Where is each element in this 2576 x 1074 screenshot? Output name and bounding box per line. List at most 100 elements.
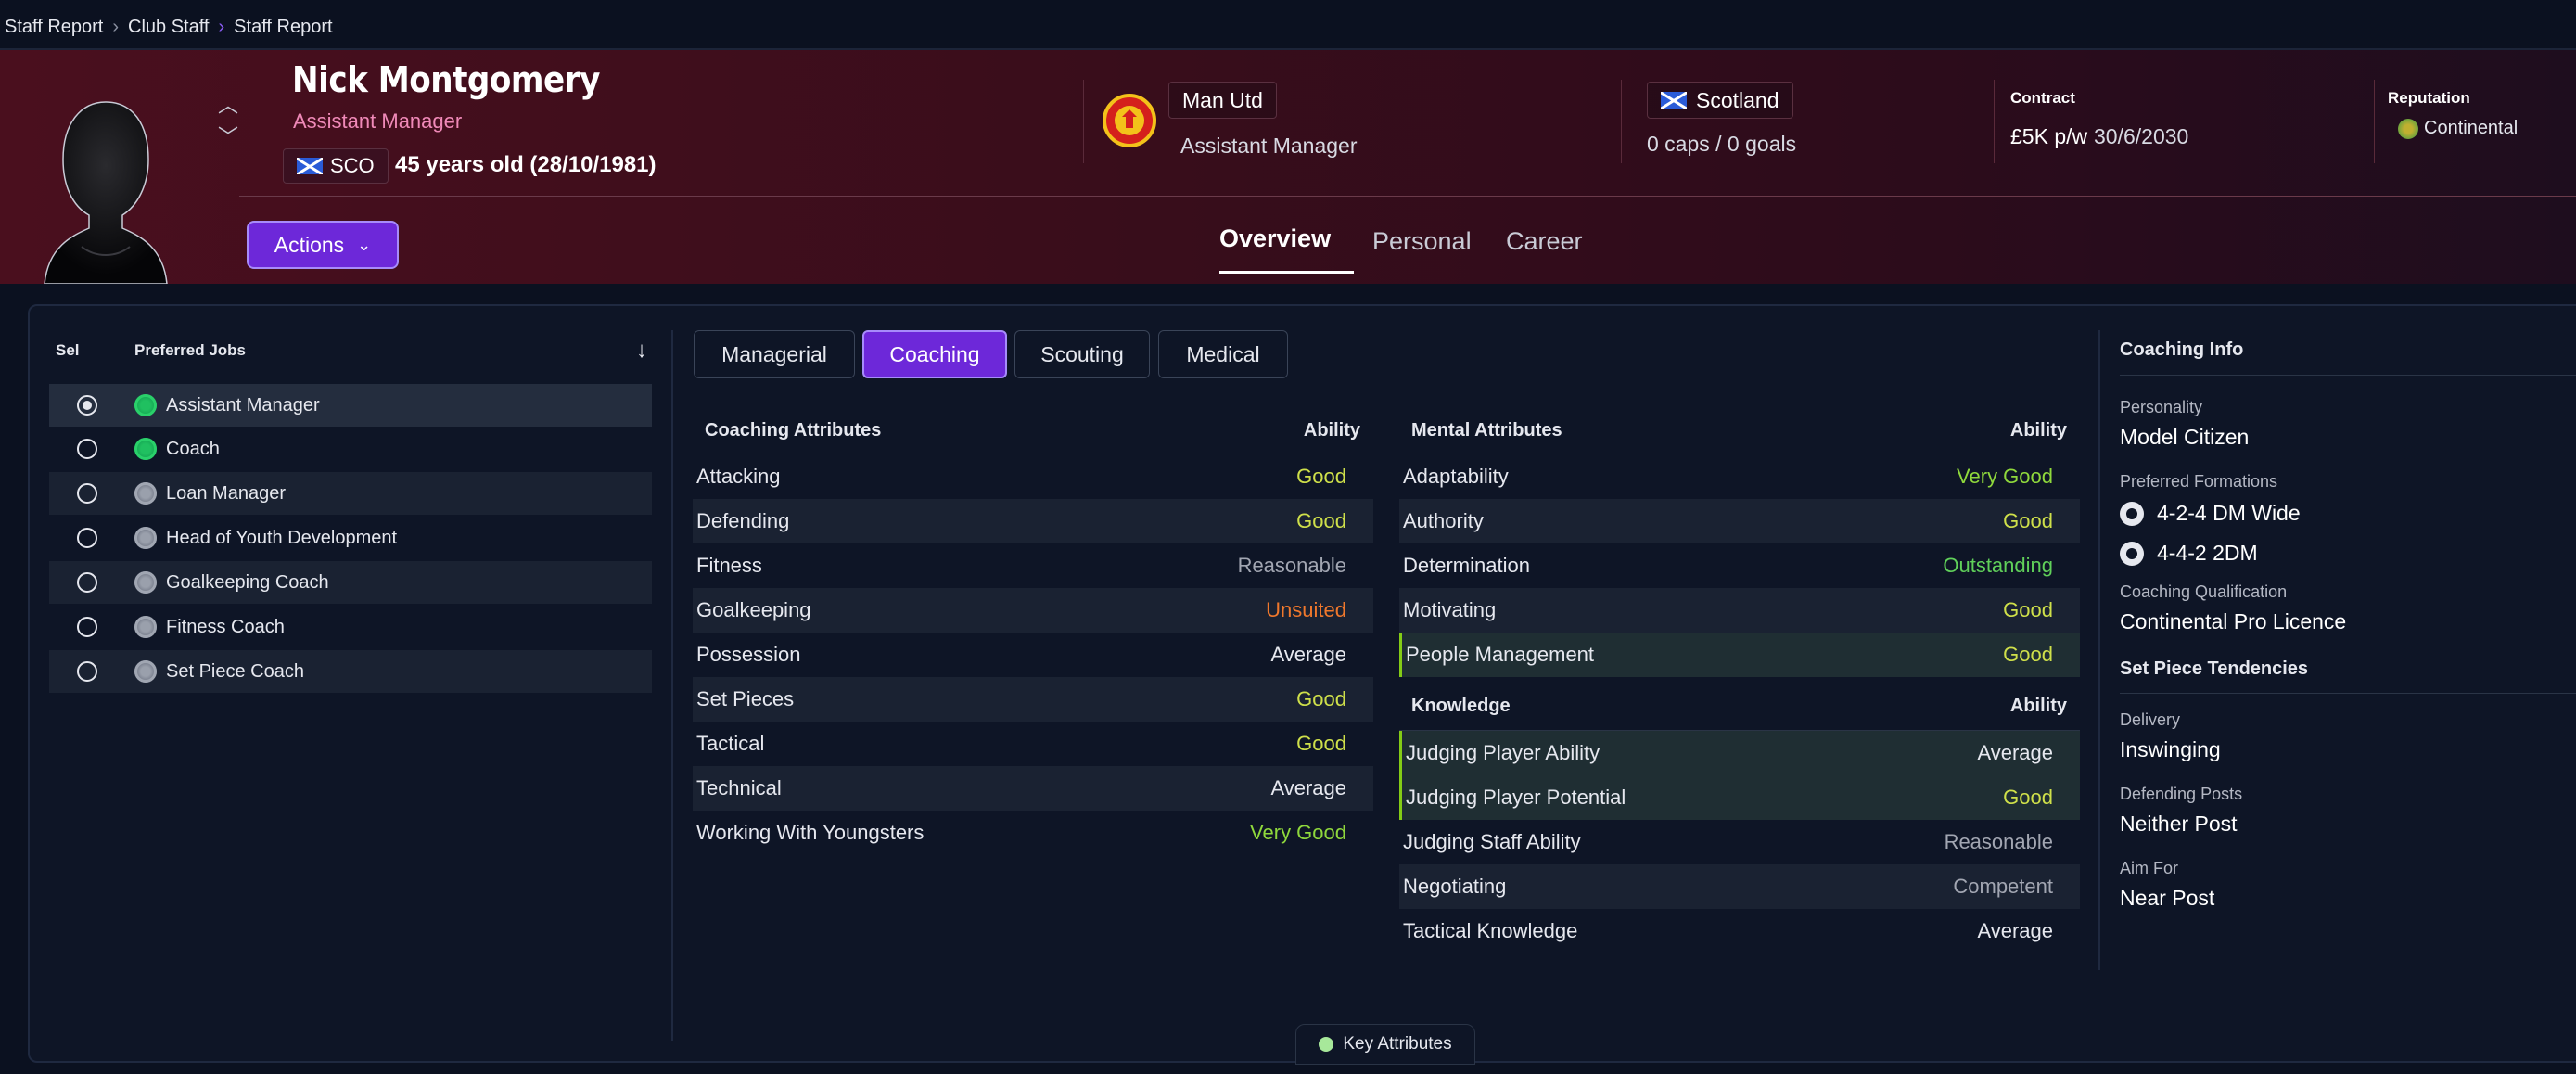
column-ability: Ability <box>2009 696 2067 716</box>
job-row[interactable]: Coach <box>49 428 652 470</box>
attribute-value: Good <box>1296 509 1346 532</box>
radio-unselected[interactable] <box>77 661 97 682</box>
nationality-code: SCO <box>330 154 375 177</box>
table-header: Mental Attributes Ability <box>1399 408 2080 454</box>
job-suitability-icon <box>134 571 157 594</box>
scotland-flag-icon <box>297 158 323 174</box>
subtab-medical[interactable]: Medical <box>1158 330 1288 378</box>
column-ability: Ability <box>2009 420 2067 441</box>
coaching-info-panel: Coaching Info Personality Model Citizen … <box>2120 339 2576 911</box>
chevron-right-icon: › <box>112 16 120 37</box>
attribute-value: Good <box>2003 786 2053 809</box>
attribute-row[interactable]: Determination Outstanding <box>1399 543 2080 588</box>
attribute-row[interactable]: Fitness Reasonable <box>693 543 1373 588</box>
attribute-row[interactable]: Tactical Knowledge Average <box>1399 909 2080 953</box>
key-attribute-row[interactable]: People Management Good <box>1399 633 2080 677</box>
attribute-name: Determination <box>1403 554 1530 577</box>
radio-unselected[interactable] <box>77 572 97 593</box>
actions-button[interactable]: Actions ⌄ <box>247 221 399 269</box>
radio-unselected[interactable] <box>77 439 97 459</box>
job-label: Loan Manager <box>166 482 286 504</box>
sort-arrow-down-icon[interactable]: ↓ <box>636 338 647 364</box>
column-attribute: Coaching Attributes <box>705 420 882 441</box>
attribute-value: Reasonable <box>1237 554 1346 577</box>
column-attribute: Mental Attributes <box>1411 420 1562 441</box>
attribute-row[interactable]: Working With Youngsters Very Good <box>693 811 1373 855</box>
attribute-name: Attacking <box>696 465 781 488</box>
formation-label: 4-4-2 2DM <box>2157 541 2258 565</box>
attribute-row[interactable]: Set Pieces Good <box>693 677 1373 722</box>
attribute-name: Judging Player Potential <box>1406 786 1626 809</box>
job-suitability-icon <box>134 394 157 416</box>
divider <box>1621 80 1622 163</box>
subtab-managerial[interactable]: Managerial <box>694 330 855 378</box>
job-row[interactable]: Head of Youth Development <box>49 517 652 559</box>
attribute-row[interactable]: Judging Staff Ability Reasonable <box>1399 820 2080 864</box>
nationality-chip[interactable]: SCO <box>283 148 389 184</box>
radio-unselected[interactable] <box>77 617 97 637</box>
next-staff-button[interactable]: ﹀ <box>215 127 241 147</box>
radio-unselected[interactable] <box>77 483 97 504</box>
key-attributes-toggle[interactable]: Key Attributes <box>1295 1024 1475 1065</box>
club-badge-icon[interactable] <box>1102 93 1157 148</box>
contract-expiry: 30/6/2030 <box>2094 124 2189 148</box>
column-preferred-jobs[interactable]: Preferred Jobs <box>134 341 246 360</box>
previous-staff-button[interactable]: ︿ <box>215 96 241 116</box>
formation-icon <box>2120 501 2144 526</box>
club-role: Assistant Manager <box>1180 134 1358 158</box>
job-row[interactable]: Set Piece Coach <box>49 650 652 693</box>
tab-career[interactable]: Career <box>1506 227 1583 256</box>
attribute-row[interactable]: Attacking Good <box>693 454 1373 499</box>
job-row[interactable]: Goalkeeping Coach <box>49 561 652 604</box>
staff-name: Nick Montgomery <box>292 59 600 100</box>
reputation-label: Reputation <box>2388 89 2470 107</box>
job-suitability-icon <box>134 438 157 460</box>
job-label: Set Piece Coach <box>166 660 304 682</box>
radio-unselected[interactable] <box>77 528 97 548</box>
job-suitability-icon <box>134 660 157 683</box>
formation-item[interactable]: 4-2-4 DM Wide <box>2120 501 2576 526</box>
attribute-value: Average <box>1977 741 2053 764</box>
nation-chip[interactable]: Scotland <box>1647 82 1793 119</box>
job-row[interactable]: Assistant Manager <box>49 384 652 427</box>
personality-value: Model Citizen <box>2120 425 2250 449</box>
defending-posts-value: Neither Post <box>2120 812 2238 836</box>
contract-label: Contract <box>2010 89 2075 107</box>
attribute-row[interactable]: Motivating Good <box>1399 588 2080 633</box>
attribute-name: Authority <box>1403 509 1484 532</box>
coaching-attributes-table: Coaching Attributes Ability Attacking Goo… <box>693 408 1373 855</box>
attribute-row[interactable]: Possession Average <box>693 633 1373 677</box>
job-row[interactable]: Fitness Coach <box>49 606 652 648</box>
job-suitability-icon <box>134 527 157 549</box>
coaching-info-title: Coaching Info <box>2120 339 2244 360</box>
tab-personal[interactable]: Personal <box>1372 227 1472 256</box>
active-tab-indicator <box>1219 271 1354 274</box>
attribute-row[interactable]: Authority Good <box>1399 499 2080 543</box>
job-label: Coach <box>166 438 220 459</box>
subtab-coaching[interactable]: Coaching <box>862 330 1007 378</box>
attribute-name: Judging Staff Ability <box>1403 830 1581 853</box>
tab-overview[interactable]: Overview <box>1219 224 1331 253</box>
key-attribute-row[interactable]: Judging Player Potential Good <box>1399 775 2080 820</box>
attribute-name: Adaptability <box>1403 465 1509 488</box>
attribute-row[interactable]: Defending Good <box>693 499 1373 543</box>
attribute-name: Goalkeeping <box>696 598 811 621</box>
attribute-row[interactable]: Technical Average <box>693 766 1373 811</box>
formation-item[interactable]: 4-4-2 2DM <box>2120 541 2576 566</box>
job-suitability-icon <box>134 616 157 638</box>
column-sel[interactable]: Sel <box>56 341 80 360</box>
job-row[interactable]: Loan Manager <box>49 472 652 515</box>
club-chip[interactable]: Man Utd <box>1168 82 1277 119</box>
attribute-row[interactable]: Negotiating Competent <box>1399 864 2080 909</box>
attribute-value: Good <box>2003 643 2053 666</box>
breadcrumb-item-staff-report[interactable]: Staff Report <box>5 17 103 38</box>
attribute-row[interactable]: Tactical Good <box>693 722 1373 766</box>
attribute-row[interactable]: Goalkeeping Unsuited <box>693 588 1373 633</box>
breadcrumb-item-club-staff[interactable]: Club Staff <box>128 17 209 38</box>
radio-selected[interactable] <box>77 395 97 416</box>
attribute-row[interactable]: Adaptability Very Good <box>1399 454 2080 499</box>
reputation-globe-icon <box>2398 119 2418 139</box>
subtab-scouting[interactable]: Scouting <box>1014 330 1150 378</box>
table-header: Coaching Attributes Ability <box>693 408 1373 454</box>
key-attribute-row[interactable]: Judging Player Ability Average <box>1399 731 2080 775</box>
